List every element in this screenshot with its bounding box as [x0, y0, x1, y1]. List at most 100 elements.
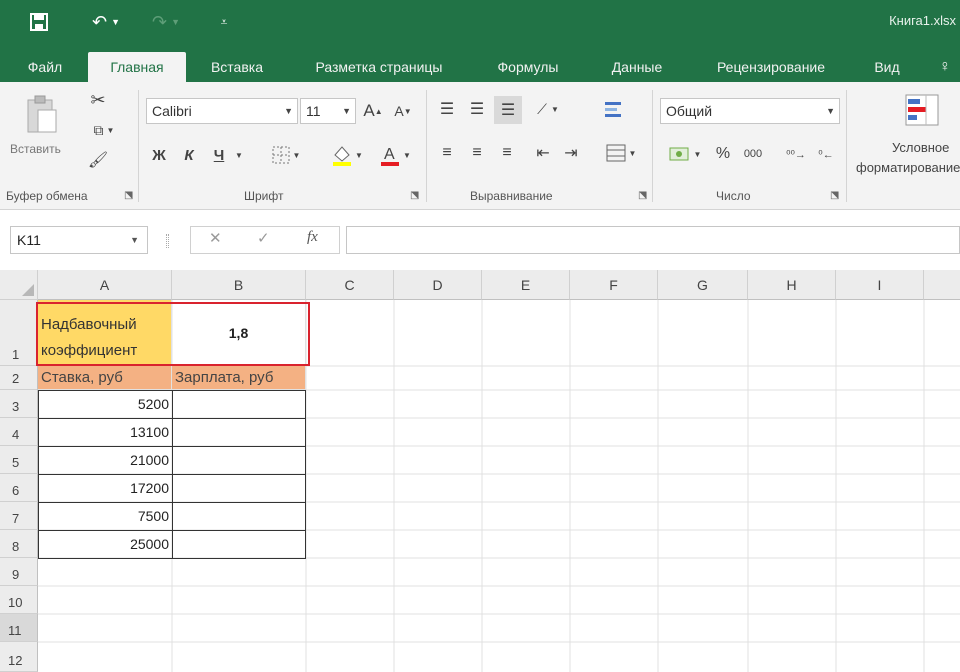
tab-review[interactable]: Рецензирование: [698, 52, 844, 82]
row-header-2[interactable]: 2: [0, 366, 38, 390]
bold-button[interactable]: Ж: [148, 142, 170, 168]
paste-button-label[interactable]: Вставить: [10, 142, 61, 156]
row-header-9[interactable]: 9: [0, 558, 38, 586]
undo-icon[interactable]: ↶ ▼: [86, 10, 126, 34]
orientation-icon[interactable]: ⟋ ▼: [528, 96, 568, 122]
row-header-7[interactable]: 7: [0, 502, 38, 530]
column-header-e[interactable]: E: [482, 270, 570, 300]
column-header-j[interactable]: [924, 270, 960, 300]
cell-a5[interactable]: 21000: [38, 446, 173, 475]
column-header-c[interactable]: C: [306, 270, 394, 300]
merge-cells-icon[interactable]: ▼: [598, 140, 644, 166]
cancel-icon[interactable]: ✕: [209, 229, 222, 247]
tab-home[interactable]: Главная: [88, 52, 186, 82]
format-painter-icon[interactable]: 🖌: [86, 148, 110, 172]
column-header-a[interactable]: A: [38, 270, 172, 300]
column-header-i[interactable]: I: [836, 270, 924, 300]
increase-font-icon[interactable]: A ▲: [362, 98, 384, 124]
number-format-value: Общий: [666, 103, 713, 119]
row-header-12[interactable]: 12: [0, 642, 38, 672]
cell-a4[interactable]: 13100: [38, 418, 173, 447]
currency-format-icon[interactable]: ▼: [662, 140, 708, 168]
italic-button[interactable]: К: [178, 142, 200, 168]
redo-icon[interactable]: ↷ ▼: [146, 10, 186, 34]
conditional-formatting-icon[interactable]: [900, 90, 944, 130]
increase-decimal-icon[interactable]: ⁰⁰→: [782, 140, 810, 168]
row-header-4[interactable]: 4: [0, 418, 38, 446]
column-header-h[interactable]: H: [748, 270, 836, 300]
row-header-8[interactable]: 8: [0, 530, 38, 558]
worksheet-grid[interactable]: A B C D E F G H I 1 2 3 4 5 6 7 8 9 10 1…: [0, 270, 960, 672]
increase-indent-icon[interactable]: ⇥: [558, 140, 584, 166]
formula-input[interactable]: [346, 226, 960, 254]
column-header-d[interactable]: D: [394, 270, 482, 300]
cell-b3[interactable]: [172, 390, 306, 419]
ribbon-tabs: Файл Главная Вставка Разметка страницы Ф…: [0, 46, 960, 82]
align-center-icon[interactable]: ≡: [464, 140, 490, 166]
conditional-formatting-label-1[interactable]: Условное: [892, 140, 949, 155]
row-header-10[interactable]: 10: [0, 586, 38, 614]
formula-bar-grip[interactable]: [166, 234, 169, 248]
align-left-icon[interactable]: ≡: [434, 140, 460, 166]
cell-a7[interactable]: 7500: [38, 502, 173, 531]
cell-a8[interactable]: 25000: [38, 530, 173, 559]
window-title: Книга1.xlsx: [889, 13, 956, 28]
number-launcher-icon[interactable]: ⬔: [830, 190, 839, 201]
align-bottom-icon[interactable]: ☰: [494, 96, 522, 124]
cell-b7[interactable]: [172, 502, 306, 531]
decrease-font-icon[interactable]: A ▼: [392, 98, 414, 124]
number-format-select[interactable]: Общий ▼: [660, 98, 840, 124]
tab-data[interactable]: Данные: [594, 52, 680, 82]
cell-a6[interactable]: 17200: [38, 474, 173, 503]
cell-b4[interactable]: [172, 418, 306, 447]
underline-button[interactable]: Ч: [208, 142, 230, 168]
tab-page-layout[interactable]: Разметка страницы: [292, 52, 466, 82]
row-header-6[interactable]: 6: [0, 474, 38, 502]
tell-me-icon[interactable]: ♀: [930, 52, 960, 82]
row-header-5[interactable]: 5: [0, 446, 38, 474]
fill-color-icon[interactable]: ▼: [326, 140, 368, 170]
clipboard-launcher-icon[interactable]: ⬔: [124, 190, 133, 201]
decrease-decimal-icon[interactable]: ⁰←: [812, 140, 840, 168]
column-header-b[interactable]: B: [172, 270, 306, 300]
customize-icon[interactable]: ⩡: [214, 10, 234, 34]
cut-icon[interactable]: ✂: [86, 88, 110, 112]
align-right-icon[interactable]: ≡: [494, 140, 520, 166]
tab-file[interactable]: Файл: [12, 52, 78, 82]
borders-icon[interactable]: ▼: [266, 142, 306, 168]
alignment-launcher-icon[interactable]: ⬔: [638, 190, 647, 201]
decrease-indent-icon[interactable]: ⇤: [530, 140, 556, 166]
column-header-g[interactable]: G: [658, 270, 748, 300]
column-header-f[interactable]: F: [570, 270, 658, 300]
cell-a3[interactable]: 5200: [38, 390, 173, 419]
tab-view[interactable]: Вид: [862, 52, 912, 82]
thousands-separator-button[interactable]: 000: [738, 140, 768, 168]
align-middle-icon[interactable]: ☰: [464, 96, 490, 122]
name-box[interactable]: K11 ▼: [10, 226, 148, 254]
select-all-corner[interactable]: [0, 270, 38, 300]
percent-button[interactable]: %: [712, 140, 734, 168]
wrap-text-icon[interactable]: [600, 96, 628, 122]
cell-b6[interactable]: [172, 474, 306, 503]
cell-b8[interactable]: [172, 530, 306, 559]
insert-function-icon[interactable]: fx: [307, 229, 318, 246]
font-name-select[interactable]: Calibri ▼: [146, 98, 298, 124]
font-launcher-icon[interactable]: ⬔: [410, 190, 419, 201]
font-color-icon[interactable]: A ▼: [374, 140, 416, 170]
row-header-3[interactable]: 3: [0, 390, 38, 418]
chevron-down-icon[interactable]: ▼: [232, 142, 246, 168]
font-size-select[interactable]: 11 ▼: [300, 98, 356, 124]
cell-b5[interactable]: [172, 446, 306, 475]
save-icon[interactable]: [26, 10, 52, 34]
tab-formulas[interactable]: Формулы: [480, 52, 576, 82]
tab-insert[interactable]: Вставка: [194, 52, 280, 82]
paste-icon[interactable]: [18, 90, 64, 138]
row-header-1[interactable]: 1: [0, 300, 38, 366]
row-header-11[interactable]: 11: [0, 614, 38, 642]
cell-b2[interactable]: Зарплата, руб: [172, 366, 306, 390]
cell-a2[interactable]: Ставка, руб: [38, 366, 172, 390]
align-top-icon[interactable]: ☰: [434, 96, 460, 122]
conditional-formatting-label-2[interactable]: форматирование: [856, 160, 960, 175]
copy-icon[interactable]: ⧉ ▼: [84, 118, 124, 142]
enter-icon[interactable]: ✓: [257, 229, 270, 247]
